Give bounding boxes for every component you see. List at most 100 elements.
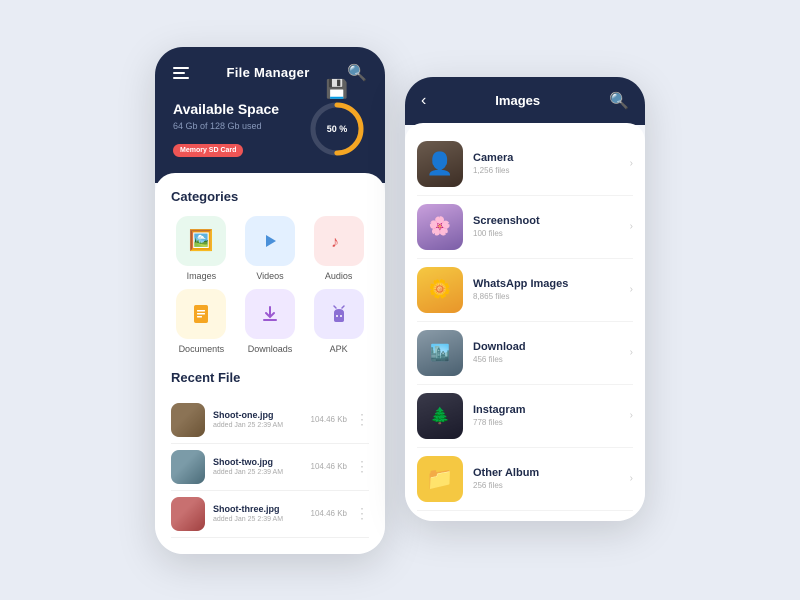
- album-camera[interactable]: 👤 Camera 1,256 files ›: [417, 133, 633, 196]
- screenshot-face: 🌸: [417, 204, 463, 250]
- instagram-count: 778 files: [473, 418, 620, 427]
- download-name: Download: [473, 341, 620, 353]
- sd-badge: Memory SD Card: [173, 144, 243, 157]
- download-chevron: ›: [630, 347, 633, 358]
- file-item-2[interactable]: Shoot-two.jpg added Jan 25 2:39 AM 104.4…: [171, 444, 369, 491]
- file-dots-2[interactable]: ⋮: [355, 458, 369, 475]
- file-meta-3: added Jan 25 2:39 AM: [213, 516, 303, 523]
- other-chevron: ›: [630, 473, 633, 484]
- file-name-1: Shoot-one.jpg: [213, 410, 303, 420]
- file-thumb-2: [171, 450, 205, 484]
- other-info: Other Album 256 files: [473, 467, 620, 490]
- storage-donut: 💾 50 %: [307, 99, 367, 159]
- categories-title: Categories: [171, 189, 369, 204]
- cat-audios[interactable]: ♪ Audios: [308, 216, 369, 281]
- documents-icon-box: [176, 289, 226, 339]
- file-item-3[interactable]: Shoot-three.jpg added Jan 25 2:39 AM 104…: [171, 491, 369, 538]
- screenshot-info: Screenshoot 100 files: [473, 215, 620, 238]
- download-info: Download 456 files: [473, 341, 620, 364]
- whatsapp-info: WhatsApp Images 8,865 files: [473, 278, 620, 301]
- album-screenshot[interactable]: 🌸 Screenshoot 100 files ›: [417, 196, 633, 259]
- cat-downloads[interactable]: Downloads: [240, 289, 301, 354]
- cat-documents-label: Documents: [179, 344, 225, 354]
- camera-chevron: ›: [630, 158, 633, 169]
- camera-thumb: 👤: [417, 141, 463, 187]
- images-title: Images: [495, 93, 540, 108]
- screenshot-chevron: ›: [630, 221, 633, 232]
- album-download[interactable]: 🏙️ Download 456 files ›: [417, 322, 633, 385]
- file-info-2: Shoot-two.jpg added Jan 25 2:39 AM: [213, 457, 303, 476]
- storage-text: Available Space 64 Gb of 128 Gb used Mem…: [173, 101, 279, 157]
- file-meta-1: added Jan 25 2:39 AM: [213, 422, 303, 429]
- cat-images[interactable]: 🖼️ Images: [171, 216, 232, 281]
- download-thumb: 🏙️: [417, 330, 463, 376]
- file-name-2: Shoot-two.jpg: [213, 457, 303, 467]
- search-icon-right[interactable]: 🔍: [609, 91, 629, 111]
- images-header: ‹ Images 🔍: [405, 77, 645, 125]
- file-dots-3[interactable]: ⋮: [355, 505, 369, 522]
- file-size-1: 104.46 Kb: [311, 415, 347, 424]
- camera-face: 👤: [417, 141, 463, 187]
- camera-info: Camera 1,256 files: [473, 152, 620, 175]
- other-face: 📁: [417, 456, 463, 502]
- whatsapp-face: 🌼: [417, 267, 463, 313]
- sd-icon: 💾: [326, 79, 348, 100]
- images-body: 👤 Camera 1,256 files › 🌸 Screenshoot 100…: [405, 123, 645, 521]
- whatsapp-count: 8,865 files: [473, 292, 620, 301]
- recent-files-title: Recent File: [171, 370, 369, 385]
- svg-text:♪: ♪: [331, 234, 339, 251]
- cat-documents[interactable]: Documents: [171, 289, 232, 354]
- other-count: 256 files: [473, 481, 620, 490]
- categories-grid: 🖼️ Images Videos ♪: [171, 216, 369, 354]
- cat-audios-label: Audios: [325, 271, 353, 281]
- instagram-info: Instagram 778 files: [473, 404, 620, 427]
- app-title: File Manager: [227, 65, 310, 80]
- whatsapp-chevron: ›: [630, 284, 633, 295]
- cat-downloads-label: Downloads: [248, 344, 293, 354]
- cat-videos-label: Videos: [256, 271, 283, 281]
- album-other[interactable]: 📁 Other Album 256 files ›: [417, 448, 633, 511]
- storage-title: Available Space: [173, 101, 279, 117]
- audios-icon-box: ♪: [314, 216, 364, 266]
- cat-videos[interactable]: Videos: [240, 216, 301, 281]
- file-manager-header: File Manager 🔍 Available Space 64 Gb of …: [155, 47, 385, 183]
- cat-apk-label: APK: [330, 344, 348, 354]
- phone-body: Categories 🖼️ Images Videos: [155, 173, 385, 554]
- apk-icon-box: [314, 289, 364, 339]
- menu-icon[interactable]: [173, 67, 189, 79]
- instagram-name: Instagram: [473, 404, 620, 416]
- images-icon-box: 🖼️: [176, 216, 226, 266]
- cat-apk[interactable]: APK: [308, 289, 369, 354]
- whatsapp-name: WhatsApp Images: [473, 278, 620, 290]
- instagram-chevron: ›: [630, 410, 633, 421]
- file-meta-2: added Jan 25 2:39 AM: [213, 469, 303, 476]
- file-name-3: Shoot-three.jpg: [213, 504, 303, 514]
- file-info-3: Shoot-three.jpg added Jan 25 2:39 AM: [213, 504, 303, 523]
- images-phone: ‹ Images 🔍 👤 Camera 1,256 files › 🌸: [405, 77, 645, 521]
- file-item[interactable]: Shoot-one.jpg added Jan 25 2:39 AM 104.4…: [171, 397, 369, 444]
- other-name: Other Album: [473, 467, 620, 479]
- whatsapp-thumb: 🌼: [417, 267, 463, 313]
- other-thumb: 📁: [417, 456, 463, 502]
- screens-container: File Manager 🔍 Available Space 64 Gb of …: [135, 27, 665, 574]
- storage-section: Available Space 64 Gb of 128 Gb used Mem…: [173, 99, 367, 159]
- camera-count: 1,256 files: [473, 166, 620, 175]
- screenshot-name: Screenshoot: [473, 215, 620, 227]
- recent-files: Recent File Shoot-one.jpg added Jan 25 2…: [171, 370, 369, 538]
- storage-percent: 50 %: [327, 124, 348, 134]
- storage-subtitle: 64 Gb of 128 Gb used: [173, 121, 279, 131]
- file-manager-phone: File Manager 🔍 Available Space 64 Gb of …: [155, 47, 385, 554]
- file-dots-1[interactable]: ⋮: [355, 411, 369, 428]
- back-icon[interactable]: ‹: [421, 92, 426, 110]
- album-whatsapp[interactable]: 🌼 WhatsApp Images 8,865 files ›: [417, 259, 633, 322]
- search-icon[interactable]: 🔍: [347, 63, 367, 83]
- album-instagram[interactable]: 🌲 Instagram 778 files ›: [417, 385, 633, 448]
- downloads-icon-box: [245, 289, 295, 339]
- cat-images-label: Images: [187, 271, 217, 281]
- screenshot-thumb: 🌸: [417, 204, 463, 250]
- videos-icon-box: [245, 216, 295, 266]
- download-face: 🏙️: [417, 330, 463, 376]
- file-size-2: 104.46 Kb: [311, 462, 347, 471]
- instagram-face: 🌲: [417, 393, 463, 439]
- file-size-3: 104.46 Kb: [311, 509, 347, 518]
